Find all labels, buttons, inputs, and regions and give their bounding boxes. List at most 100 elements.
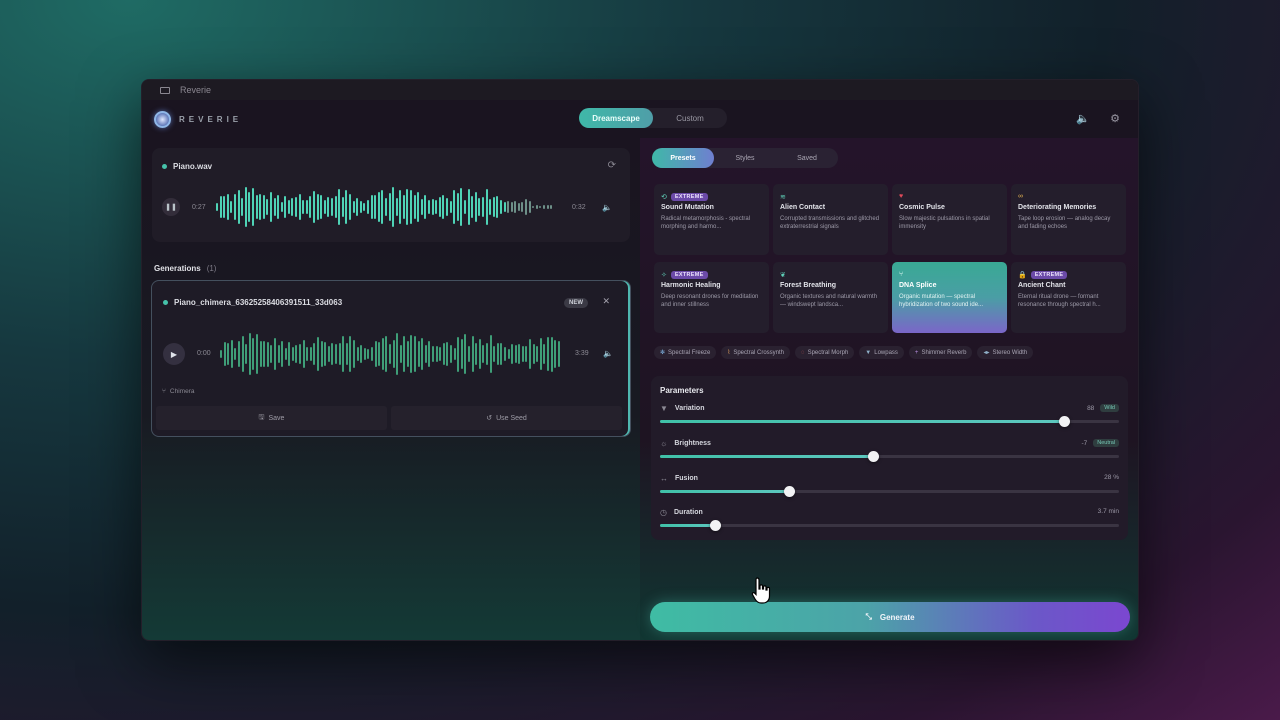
generate-button[interactable]: ⤡ Generate bbox=[650, 602, 1130, 632]
effect-chip-label: Spectral Morph bbox=[807, 349, 849, 356]
effect-chip-lowpass[interactable]: ▼ Lowpass bbox=[859, 346, 904, 359]
waveform-bar bbox=[518, 343, 521, 365]
waveform-bar bbox=[230, 340, 233, 368]
tab-saved[interactable]: Saved bbox=[776, 148, 838, 168]
logo: REVERIE bbox=[154, 110, 242, 128]
param-label: Variation bbox=[674, 405, 705, 412]
play-button[interactable]: ▶ bbox=[163, 343, 185, 365]
param-slider-track[interactable] bbox=[660, 520, 1119, 531]
generation-volume-icon[interactable]: 🔈 bbox=[603, 349, 613, 358]
library-tabs: Presets Styles Saved bbox=[652, 148, 838, 168]
waveform-bar bbox=[485, 343, 488, 365]
source-waveform[interactable] bbox=[216, 185, 558, 229]
generation-waveform[interactable] bbox=[220, 331, 564, 377]
filter-icon: ▼ bbox=[865, 349, 872, 356]
preset-card-ancient-chant[interactable]: 🔒 EXTREME Ancient Chant Eternal ritual dron… bbox=[1011, 262, 1126, 333]
waveform-bar bbox=[309, 196, 312, 218]
use-seed-button[interactable]: ↺ Use Seed bbox=[391, 406, 622, 430]
waveform-bar bbox=[431, 199, 434, 215]
waveform-bar bbox=[381, 338, 384, 370]
param-slider-handle[interactable] bbox=[1058, 416, 1070, 427]
split-icon: ⑂ bbox=[899, 271, 904, 278]
mode-custom[interactable]: Custom bbox=[653, 108, 727, 128]
param-slider-handle[interactable] bbox=[710, 520, 722, 531]
preset-grid: ⟲ EXTREME Sound Mutation Radical metamorpho… bbox=[654, 184, 1126, 333]
waveform-bar bbox=[428, 199, 431, 215]
waveform-bar bbox=[475, 342, 478, 366]
generation-card[interactable]: Piano_chimera_63625258406391511_33d063 N… bbox=[151, 280, 631, 437]
top-bar: REVERIE Dreamscape Custom 🔈 ⚙ bbox=[142, 100, 1138, 138]
generations-header: Generations (1) bbox=[154, 264, 216, 273]
waveform-bar bbox=[414, 336, 417, 372]
preset-card-cosmic-pulse[interactable]: ♥ Cosmic Pulse Slow majestic pulsations in… bbox=[892, 184, 1007, 255]
effect-chip-spectral-crossynth[interactable]: ⌇ Spectral Crossynth bbox=[721, 346, 791, 359]
effect-chip-spectral-freeze[interactable]: ✻ Spectral Freeze bbox=[654, 346, 717, 359]
tab-styles[interactable]: Styles bbox=[714, 148, 776, 168]
preset-name: Forest Breathing bbox=[780, 282, 837, 289]
param-slider-track[interactable] bbox=[660, 416, 1119, 427]
effect-chip-stereo-width[interactable]: ◂▸ Stereo Width bbox=[977, 346, 1034, 359]
mode-dreamscape[interactable]: Dreamscape bbox=[579, 108, 653, 128]
waveform-bar bbox=[428, 341, 431, 367]
param-slider-fill bbox=[660, 524, 716, 527]
waveform-bar bbox=[291, 198, 294, 216]
waveform-bar bbox=[352, 340, 355, 368]
param-slider-track[interactable] bbox=[660, 451, 1119, 462]
refresh-icon[interactable]: ⟳ bbox=[608, 160, 616, 171]
param-slider-handle[interactable] bbox=[783, 486, 795, 497]
preset-description: Deep resonant drones for meditation and … bbox=[661, 294, 759, 309]
waveform-bar bbox=[492, 196, 495, 218]
waveform-bar bbox=[270, 345, 273, 363]
effect-chip-spectral-morph[interactable]: ◌ Spectral Morph bbox=[795, 346, 855, 359]
new-badge: NEW bbox=[564, 298, 588, 308]
waveform-bar bbox=[356, 347, 359, 361]
waveform-bar bbox=[266, 198, 269, 216]
generate-label: Generate bbox=[879, 612, 915, 622]
waveform-bar bbox=[295, 197, 298, 217]
preset-card-dna-splice[interactable]: ⑂ DNA Splice Organic mutation — spectral h… bbox=[892, 262, 1007, 333]
waveform-bar bbox=[499, 200, 502, 214]
preset-card-deteriorating-memories[interactable]: ∞ Deteriorating Memories Tape loop erosion… bbox=[1011, 184, 1126, 255]
effect-chip-shimmer-reverb[interactable]: + Shimmer Reverb bbox=[908, 346, 973, 359]
waveform-bar bbox=[342, 335, 345, 373]
clock-icon: ◷ bbox=[660, 508, 667, 517]
width-icon: ◂▸ bbox=[983, 350, 990, 356]
gear-icon[interactable]: ⚙ bbox=[1110, 112, 1120, 125]
window-icon bbox=[160, 86, 170, 94]
sparkle-icon: ✧ bbox=[661, 271, 667, 279]
split-icon: ⑂ bbox=[162, 388, 166, 395]
waveform-bar bbox=[521, 202, 524, 212]
status-dot-icon bbox=[162, 164, 167, 169]
parameters-panel: Parameters ▼ Variation 88 Wild ☼ Brightness -7… bbox=[651, 376, 1128, 540]
waveform-bar bbox=[478, 198, 481, 216]
waveform-bar bbox=[385, 335, 388, 373]
volume-icon[interactable]: 🔈 bbox=[1076, 112, 1090, 125]
tab-presets[interactable]: Presets bbox=[652, 148, 714, 168]
close-icon[interactable]: ✕ bbox=[602, 296, 610, 307]
waveform-bar bbox=[424, 194, 427, 220]
param-slider-handle[interactable] bbox=[868, 451, 880, 462]
generation-name: Piano_chimera_63625258406391511_33d063 bbox=[174, 298, 343, 307]
preset-card-alien-contact[interactable]: ≋ Alien Contact Corrupted transmissions an… bbox=[773, 184, 888, 255]
tape-icon: ∞ bbox=[1018, 193, 1023, 200]
generations-title: Generations bbox=[154, 264, 201, 273]
pause-button[interactable]: ❚❚ bbox=[162, 198, 180, 216]
save-label: Save bbox=[268, 414, 285, 422]
preset-card-harmonic-healing[interactable]: ✧ EXTREME Harmonic Healing Deep resonant dr… bbox=[654, 262, 769, 333]
source-volume-icon[interactable]: 🔈 bbox=[602, 203, 612, 212]
use-seed-label: Use Seed bbox=[496, 414, 527, 422]
waveform-bar bbox=[320, 340, 323, 368]
waveform-bar bbox=[287, 200, 290, 214]
right-panel: Presets Styles Saved ⟲ EXTREME Sound Mutat… bbox=[640, 138, 1138, 640]
preset-card-sound-mutation[interactable]: ⟲ EXTREME Sound Mutation Radical metamorpho… bbox=[654, 184, 769, 255]
waveform-bar bbox=[442, 195, 445, 219]
save-button[interactable]: 🖫 Save bbox=[156, 406, 387, 430]
waveform-bar bbox=[338, 189, 341, 225]
waveform-bar bbox=[302, 340, 305, 368]
param-slider-fill bbox=[660, 420, 1064, 423]
param-slider-track[interactable] bbox=[660, 486, 1119, 497]
waveform-bar bbox=[532, 206, 535, 208]
preset-card-forest-breathing[interactable]: ❦ Forest Breathing Organic textures and na… bbox=[773, 262, 888, 333]
waveform-bar bbox=[284, 195, 287, 219]
waveform-bar bbox=[234, 347, 237, 361]
